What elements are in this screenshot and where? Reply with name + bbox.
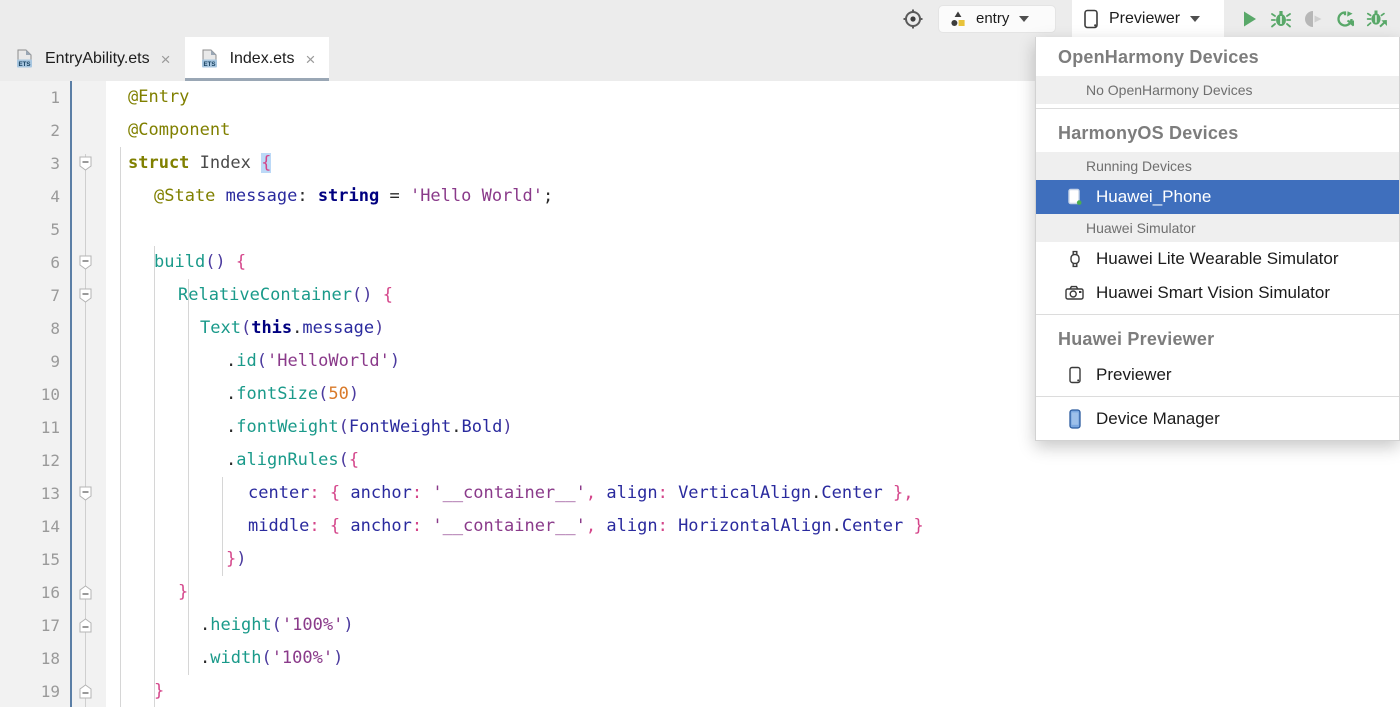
- line-number: 11: [40, 418, 60, 437]
- fold-marker-collapse[interactable]: [79, 147, 92, 180]
- dropdown-item-label: Huawei Smart Vision Simulator: [1096, 283, 1330, 302]
- code-line: }: [154, 681, 165, 701]
- main-toolbar: entry Previewer: [0, 0, 1400, 37]
- device-selector-button[interactable]: Previewer: [1072, 0, 1224, 37]
- code-line: }: [178, 582, 189, 602]
- line-number: 8: [50, 319, 60, 338]
- code-line: middle: { anchor: '__container__', align…: [248, 516, 924, 536]
- line-number: 9: [50, 352, 60, 371]
- line-number: 14: [40, 517, 60, 536]
- debug-button[interactable]: [1266, 4, 1296, 34]
- dropdown-item-label: Previewer: [1096, 365, 1172, 384]
- device-selector-dropdown[interactable]: OpenHarmony Devices No OpenHarmony Devic…: [1035, 37, 1400, 441]
- code-line: }): [226, 549, 247, 569]
- line-number: 3: [50, 154, 60, 173]
- line-number: 6: [50, 253, 60, 272]
- dropdown-item-huawei-smart-vision-simulator[interactable]: Huawei Smart Vision Simulator: [1036, 276, 1399, 310]
- dropdown-item-label: Huawei_Phone: [1096, 187, 1212, 206]
- editor-tab-label: EntryAbility.ets: [45, 50, 150, 67]
- profile-button[interactable]: [1298, 4, 1328, 34]
- fold-marker-end[interactable]: [79, 675, 92, 707]
- code-line: .height('100%'): [200, 615, 354, 635]
- phone-running-icon: [1064, 187, 1086, 207]
- ets-file-icon: ETS: [14, 48, 36, 70]
- phone-outline-icon: [1064, 365, 1086, 385]
- code-line: center: { anchor: '__container__', align…: [248, 483, 914, 503]
- line-number-gutter: 1 2 3 4 5 6 7 8 9 10 11 12 13 14 15 16 1…: [0, 81, 70, 707]
- indent-guide: [188, 279, 189, 675]
- indent-guide: [154, 246, 155, 707]
- indent-guide: [222, 477, 223, 576]
- ide-window: entry Previewer ETS EntryAbility.ets × E…: [0, 0, 1400, 707]
- line-number: 17: [40, 616, 60, 635]
- chevron-down-icon: [1019, 15, 1030, 22]
- module-shapes-icon: [947, 10, 969, 28]
- run-configuration-selector[interactable]: entry: [938, 4, 1056, 33]
- chevron-down-icon: [1190, 15, 1201, 22]
- dropdown-section-title: HarmonyOS Devices: [1058, 123, 1239, 143]
- dropdown-item-label: Device Manager: [1096, 409, 1220, 428]
- line-number: 15: [40, 550, 60, 569]
- camera-icon: [1064, 283, 1086, 303]
- svg-text:ETS: ETS: [18, 61, 30, 68]
- run-actions-group: [1234, 4, 1392, 34]
- line-number: 12: [40, 451, 60, 470]
- code-fold-gutter[interactable]: [70, 81, 106, 707]
- fold-marker-collapse[interactable]: [79, 477, 92, 510]
- ets-file-icon: ETS: [199, 48, 221, 70]
- editor-tab-entryability[interactable]: ETS EntryAbility.ets ×: [0, 37, 185, 81]
- dropdown-item-huawei-phone[interactable]: Huawei_Phone: [1036, 180, 1399, 214]
- dropdown-section-title: OpenHarmony Devices: [1058, 47, 1259, 67]
- line-number: 4: [50, 187, 60, 206]
- close-icon[interactable]: ×: [304, 51, 318, 68]
- dropdown-item-device-manager[interactable]: Device Manager: [1036, 401, 1399, 435]
- line-number: 5: [50, 220, 60, 239]
- phone-outline-icon: [1080, 9, 1102, 29]
- run-configuration-label: entry: [976, 10, 1010, 27]
- divider: [1036, 314, 1399, 315]
- line-number: 7: [50, 286, 60, 305]
- line-number: 10: [40, 385, 60, 404]
- dropdown-item-previewer[interactable]: Previewer: [1036, 358, 1399, 392]
- fold-marker-end[interactable]: [79, 609, 92, 642]
- svg-text:ETS: ETS: [203, 61, 215, 68]
- line-number: 13: [40, 484, 60, 503]
- dropdown-item-label: Huawei Lite Wearable Simulator: [1096, 249, 1339, 268]
- indent-guide: [120, 147, 121, 707]
- editor-tab-index[interactable]: ETS Index.ets ×: [184, 37, 330, 81]
- close-icon[interactable]: ×: [159, 51, 173, 68]
- run-button[interactable]: [1234, 4, 1264, 34]
- rerun-button[interactable]: [1330, 4, 1360, 34]
- line-number: 16: [40, 583, 60, 602]
- dropdown-section-title: Huawei Previewer: [1058, 329, 1215, 349]
- line-number: 1: [50, 88, 60, 107]
- divider: [1036, 396, 1399, 397]
- line-number: 19: [40, 682, 60, 701]
- device-selector-label: Previewer: [1109, 9, 1181, 27]
- line-number: 2: [50, 121, 60, 140]
- code-line: .width('100%'): [200, 648, 344, 668]
- fold-marker-end[interactable]: [79, 576, 92, 609]
- fold-marker-collapse[interactable]: [79, 246, 92, 279]
- dropdown-item-huawei-lite-wearable-simulator[interactable]: Huawei Lite Wearable Simulator: [1036, 242, 1399, 276]
- watch-icon: [1064, 249, 1086, 269]
- device-manager-phone-icon: [1064, 408, 1086, 430]
- attach-debugger-button[interactable]: [1362, 4, 1392, 34]
- divider: [1036, 108, 1399, 109]
- dropdown-subheader-no-openharmony-devices: No OpenHarmony Devices: [1036, 76, 1399, 104]
- crosshair-target-icon[interactable]: [898, 4, 928, 34]
- dropdown-subheader-running-devices: Running Devices: [1036, 152, 1399, 180]
- dropdown-subheader-huawei-simulator: Huawei Simulator: [1036, 214, 1399, 242]
- fold-marker-collapse[interactable]: [79, 279, 92, 312]
- code-line: .alignRules({: [226, 450, 360, 470]
- line-number: 18: [40, 649, 60, 668]
- editor-tab-label: Index.ets: [229, 50, 295, 67]
